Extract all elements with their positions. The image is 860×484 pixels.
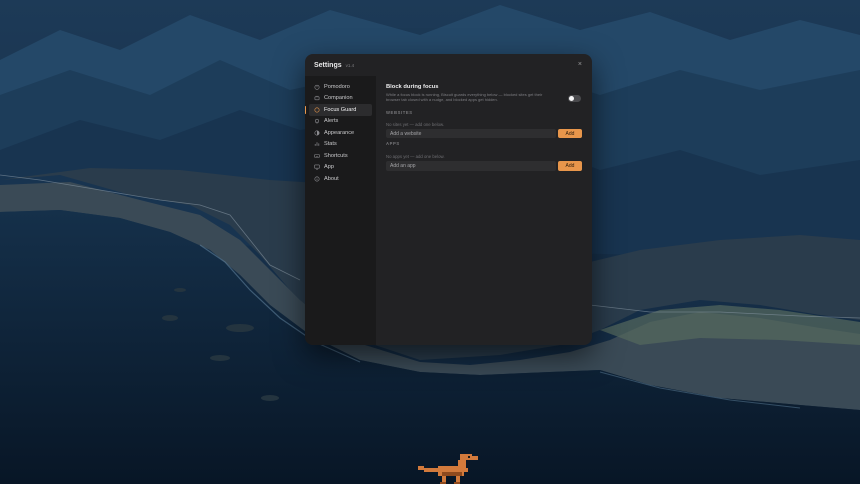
toggle-knob — [568, 95, 574, 101]
website-add-row: Add — [386, 128, 582, 139]
keyboard-icon — [314, 153, 320, 159]
sidebar-item-shortcuts[interactable]: Shortcuts — [309, 150, 372, 162]
appearance-icon — [314, 130, 320, 136]
sidebar-item-app[interactable]: App — [309, 162, 372, 174]
add-app-input[interactable] — [386, 161, 556, 171]
block-during-focus-row: Block during focus While a focus block i… — [386, 84, 582, 103]
add-website-input[interactable] — [386, 128, 556, 139]
add-app-button[interactable]: Add — [558, 161, 582, 171]
focus-guard-panel: Block during focus While a focus block i… — [386, 84, 582, 171]
apps-section-label: APPS — [386, 141, 400, 147]
close-button[interactable]: × — [578, 61, 582, 68]
websites-section-label: WEBSITES — [386, 109, 413, 115]
sidebar-item-label: About — [324, 175, 339, 182]
sidebar-item-stats[interactable]: Stats — [309, 139, 372, 151]
settings-sidebar: Pomodoro Companion Focus Guard Alerts Ap… — [305, 76, 376, 345]
companion-sprite[interactable] — [418, 452, 480, 484]
sidebar-item-label: App — [324, 164, 334, 171]
stats-icon — [314, 141, 320, 147]
sidebar-item-label: Companion — [324, 95, 353, 102]
sidebar-item-focus-guard[interactable]: Focus Guard — [305, 104, 372, 116]
add-website-button[interactable]: Add — [558, 128, 582, 139]
companion-icon — [314, 95, 320, 101]
sidebar-item-label: Stats — [324, 141, 337, 148]
version-label: v1.4 — [345, 62, 355, 68]
sidebar-item-pomodoro[interactable]: Pomodoro — [309, 81, 372, 93]
sidebar-item-appearance[interactable]: Appearance — [309, 127, 372, 139]
shield-icon — [314, 107, 320, 113]
sidebar-item-label: Pomodoro — [324, 83, 350, 90]
monitor-icon — [314, 164, 320, 170]
sidebar-item-label: Shortcuts — [324, 152, 348, 159]
sidebar-item-label: Appearance — [324, 129, 355, 136]
window-titlebar[interactable]: Settings v1.4 × — [305, 54, 592, 76]
settings-window: Settings v1.4 × Pomodoro Companion Focus… — [305, 54, 592, 345]
info-icon — [314, 176, 320, 182]
window-title: Settings — [314, 61, 342, 69]
sidebar-item-companion[interactable]: Companion — [309, 93, 372, 105]
sidebar-item-label: Alerts — [324, 118, 339, 125]
block-during-focus-toggle[interactable] — [568, 95, 581, 102]
app-add-row: Add — [386, 161, 582, 171]
bell-icon — [314, 118, 320, 124]
websites-empty-message: No sites yet — add one below. — [386, 121, 445, 127]
timer-icon — [314, 84, 320, 90]
block-during-focus-title: Block during focus — [386, 84, 439, 90]
sidebar-item-alerts[interactable]: Alerts — [309, 116, 372, 128]
sidebar-item-about[interactable]: About — [309, 173, 372, 185]
sidebar-item-label: Focus Guard — [324, 106, 357, 113]
apps-empty-message: No apps yet — add one below. — [386, 154, 445, 160]
block-during-focus-description: While a focus block is running, Biscuit … — [386, 92, 543, 103]
